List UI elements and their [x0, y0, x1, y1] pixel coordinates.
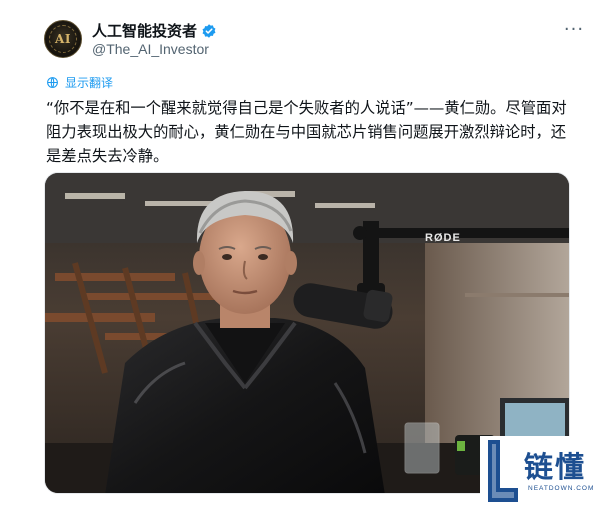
author-avatar[interactable]: AI: [44, 20, 82, 58]
author-display-name-row[interactable]: 人工智能投资者: [92, 20, 217, 41]
watermark-logo-icon: [488, 440, 518, 502]
watermark-subtext: NEATDOWN.COM: [528, 485, 595, 492]
more-options-button[interactable]: ···: [562, 18, 586, 42]
globe-icon: [46, 76, 59, 89]
tweet-text: “你不是在和一个醒来就觉得自己是个失败者的人说话”——黄仁勋。尽管面对阻力表现出…: [46, 99, 567, 165]
verified-badge-icon: [201, 23, 217, 39]
site-watermark: 链懂 NEATDOWN.COM: [480, 436, 600, 506]
mic-brand-label: RØDE: [425, 232, 461, 244]
author-handle[interactable]: @The_AI_Investor: [92, 41, 209, 57]
show-translation-link[interactable]: 显示翻译: [46, 74, 113, 91]
watermark-text: 链懂: [524, 450, 587, 484]
author-display-name[interactable]: 人工智能投资者: [92, 20, 197, 41]
show-translation-label[interactable]: 显示翻译: [65, 74, 113, 91]
more-icon: ···: [563, 19, 585, 40]
avatar-monogram: AI: [55, 32, 71, 46]
